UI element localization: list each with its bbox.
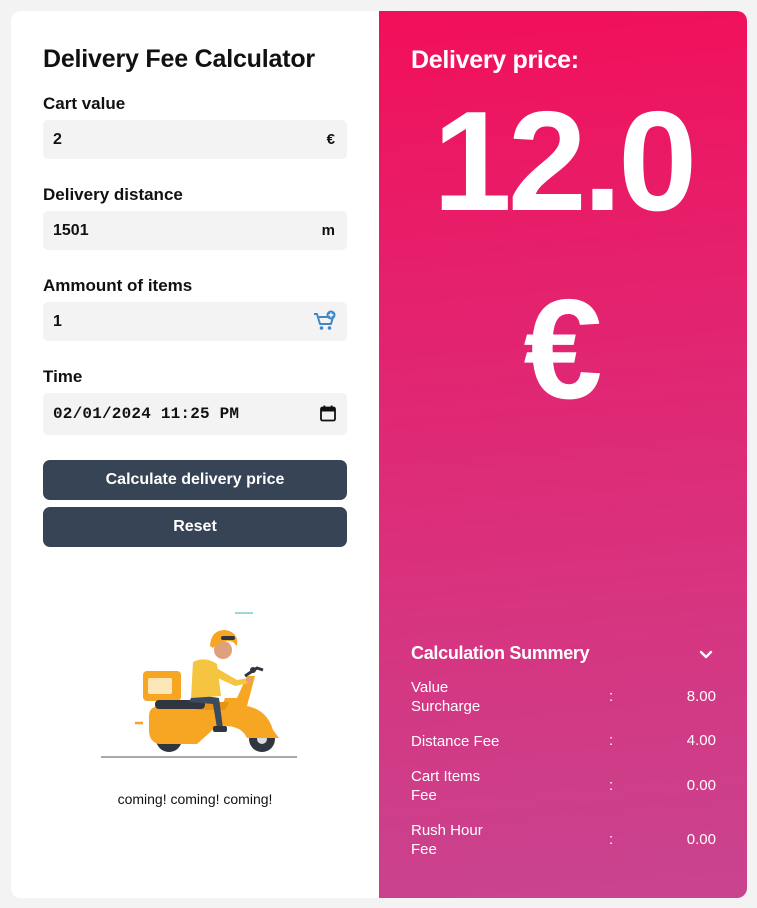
- time-value[interactable]: 02/01/2024 11:25 PM: [43, 405, 239, 423]
- euro-unit: €: [326, 131, 335, 148]
- summary-row-separator: :: [609, 732, 614, 749]
- summary-row-value: 0.00: [686, 831, 716, 848]
- summary-row-label: Distance Fee: [411, 733, 500, 750]
- form-panel: Delivery Fee Calculator Cart value € Del…: [11, 11, 379, 898]
- delivery-distance-field[interactable]: m: [43, 211, 347, 250]
- summary-row-label: Value Surcharge: [411, 679, 481, 715]
- delivery-price-currency: €: [523, 270, 603, 429]
- summary-row-label: Cart Items Fee: [411, 768, 481, 804]
- coming-caption: coming! coming! coming!: [117, 791, 273, 807]
- summary-row-value: 0.00: [686, 777, 716, 794]
- delivery-distance-label: Delivery distance: [43, 185, 183, 204]
- summary-row-value: 4.00: [686, 732, 716, 749]
- cart-value-field[interactable]: €: [43, 120, 347, 159]
- delivery-scooter-illustration: [101, 612, 297, 758]
- summary-row-separator: :: [609, 831, 614, 848]
- calculate-button[interactable]: Calculate delivery price: [43, 460, 347, 500]
- result-panel: Delivery price: 12.0 € Calculation Summe…: [379, 11, 747, 898]
- items-field[interactable]: [43, 302, 347, 341]
- calculator-card: Delivery Fee Calculator Cart value € Del…: [11, 11, 747, 898]
- calculation-summary-title[interactable]: Calculation Summery: [411, 643, 590, 664]
- summary-row-separator: :: [609, 688, 614, 705]
- cart-value-input[interactable]: [43, 130, 283, 149]
- reset-button[interactable]: Reset: [43, 507, 347, 547]
- summary-row-value: 8.00: [686, 688, 716, 705]
- delivery-price-label: Delivery price:: [411, 46, 579, 74]
- items-label: Ammount of items: [43, 276, 193, 295]
- page-title: Delivery Fee Calculator: [43, 45, 315, 73]
- calendar-icon[interactable]: [320, 405, 336, 422]
- meter-unit: m: [321, 222, 335, 239]
- delivery-distance-input[interactable]: [43, 221, 283, 240]
- summary-row-label: Rush Hour Fee: [411, 822, 483, 858]
- time-field[interactable]: 02/01/2024 11:25 PM: [43, 393, 347, 435]
- time-label: Time: [43, 367, 83, 386]
- summary-row-separator: :: [609, 777, 614, 794]
- items-input[interactable]: [43, 312, 283, 331]
- delivery-price-amount: 12.0: [432, 82, 697, 241]
- cart-value-label: Cart value: [43, 94, 126, 113]
- cart-plus-icon: [314, 310, 336, 330]
- chevron-down-icon[interactable]: [698, 648, 714, 662]
